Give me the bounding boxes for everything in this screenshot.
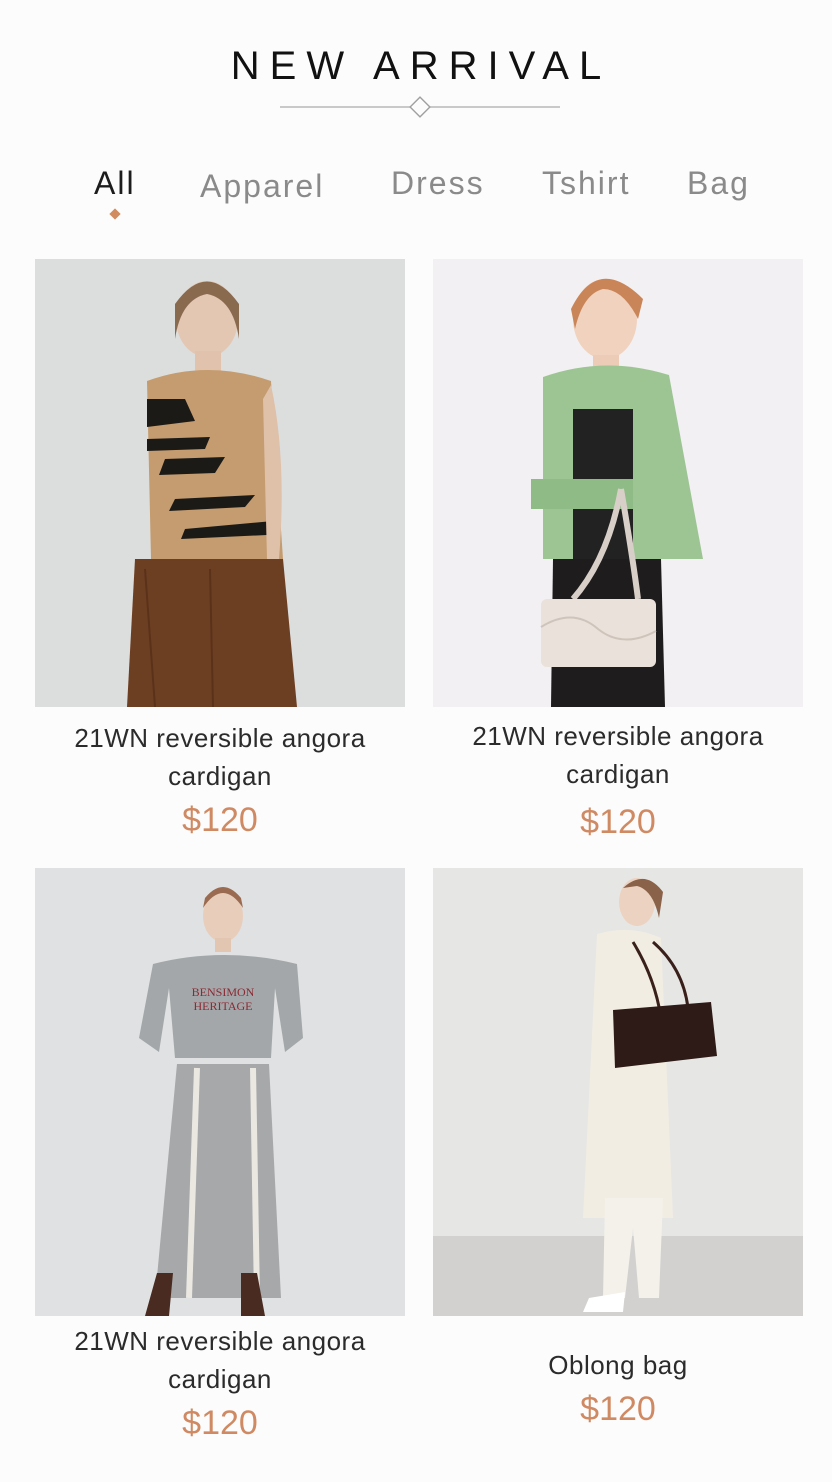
product-price: $120 bbox=[580, 803, 656, 841]
category-tabs: All Apparel Dress Tshirt Bag bbox=[0, 165, 832, 225]
tab-dress[interactable]: Dress bbox=[391, 165, 485, 202]
tab-all-label: All bbox=[94, 165, 136, 201]
tab-apparel-label: Apparel bbox=[200, 168, 325, 204]
product-card[interactable]: 21WN reversible angora cardigan $120 bbox=[35, 259, 405, 840]
product-image-oblong-bag[interactable] bbox=[433, 868, 803, 1316]
sweatshirt-print-line-2: HERITAGE bbox=[193, 999, 252, 1013]
product-card[interactable]: 21WN reversible angora cardigan $120 bbox=[433, 259, 803, 842]
tab-tshirt[interactable]: Tshirt bbox=[542, 165, 630, 202]
product-card[interactable]: Oblong bag $120 bbox=[433, 868, 803, 1429]
product-image-grey-sweatshirt[interactable]: BENSIMON HERITAGE bbox=[35, 868, 405, 1316]
tab-bag-label: Bag bbox=[687, 165, 750, 201]
tab-tshirt-label: Tshirt bbox=[542, 165, 631, 201]
product-image-green-cardigan[interactable] bbox=[433, 259, 803, 707]
tab-dress-label: Dress bbox=[391, 165, 485, 201]
active-tab-indicator-icon bbox=[109, 208, 121, 220]
product-name[interactable]: Oblong bag bbox=[433, 1346, 803, 1384]
product-card[interactable]: BENSIMON HERITAGE 21WN reversible angora… bbox=[35, 868, 405, 1443]
tab-bag[interactable]: Bag bbox=[687, 165, 750, 202]
page-title: NEW ARRIVAL bbox=[230, 44, 612, 88]
product-price: $120 bbox=[182, 801, 258, 839]
product-name[interactable]: 21WN reversible angora cardigan bbox=[433, 717, 803, 793]
title-divider bbox=[280, 96, 560, 118]
product-image-knit-vest[interactable] bbox=[35, 259, 405, 707]
product-name[interactable]: 21WN reversible angora cardigan bbox=[35, 719, 405, 795]
product-price: $120 bbox=[182, 1404, 258, 1442]
tab-apparel[interactable]: Apparel bbox=[200, 168, 324, 205]
sweatshirt-print-line-1: BENSIMON bbox=[192, 985, 255, 999]
product-price: $120 bbox=[580, 1390, 656, 1428]
tab-all[interactable]: All bbox=[94, 165, 136, 220]
product-name[interactable]: 21WN reversible angora cardigan bbox=[35, 1322, 405, 1398]
